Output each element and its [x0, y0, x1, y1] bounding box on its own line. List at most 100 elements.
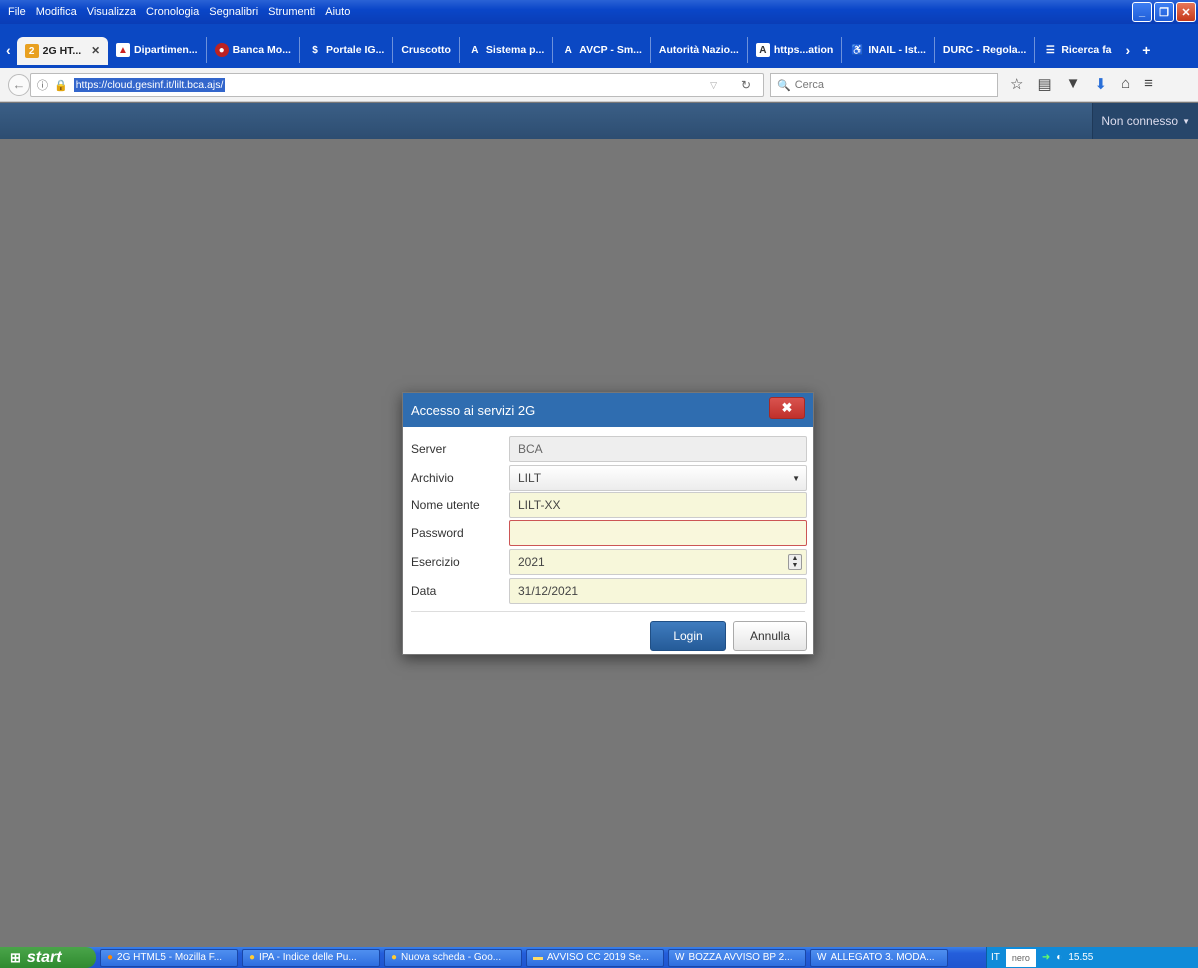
back-button[interactable]: ←	[8, 73, 30, 96]
taskbar-item-label: AVVISO CC 2019 Se...	[547, 952, 650, 963]
nero-search-logo[interactable]: nero	[1005, 948, 1036, 967]
tab-https-ation[interactable]: A https...ation	[748, 37, 843, 63]
tab-label: INAIL - Ist...	[868, 44, 926, 56]
menu-segnalibri[interactable]: Segnalibri	[209, 6, 258, 18]
taskbar-item-label: 2G HTML5 - Mozilla F...	[117, 952, 223, 963]
tab-label: Cruscotto	[401, 44, 451, 56]
reload-icon[interactable]: ↻	[741, 78, 751, 92]
taskbar-item-allegato[interactable]: W ALLEGATO 3. MODA...	[810, 948, 948, 967]
word-icon: W	[675, 952, 685, 963]
dialog-close-button[interactable]: ✖	[769, 397, 805, 419]
bookmark-star-icon[interactable]: ☆	[1010, 75, 1023, 93]
download-icon[interactable]: ⬇	[1095, 75, 1108, 93]
system-tray: IT nero ➜ ◐ 15.55	[986, 947, 1198, 968]
menu-strumenti[interactable]: Strumenti	[268, 6, 315, 18]
tab-ricerca[interactable]: ☰ Ricerca fa	[1035, 37, 1119, 63]
folder-icon: ▬	[533, 952, 543, 963]
cancel-button[interactable]: Annulla	[733, 621, 807, 651]
pocket-icon[interactable]: ▼	[1066, 75, 1081, 93]
search-placeholder: Cerca	[794, 79, 825, 91]
connection-status: Non connesso	[1101, 114, 1179, 128]
taskbar-item-label: BOZZA AVVISO BP 2...	[688, 952, 793, 963]
username-value: LILT-XX	[518, 498, 561, 512]
url-text[interactable]: https://cloud.gesinf.it/lilt.bca.ajs/	[73, 78, 226, 92]
avcp-icon: A	[471, 44, 479, 56]
taskbar-item-firefox[interactable]: ● 2G HTML5 - Mozilla F...	[100, 948, 238, 967]
word-icon: W	[817, 952, 827, 963]
home-icon[interactable]: ⌂	[1121, 75, 1130, 93]
windows-logo-icon: ⊞	[10, 949, 21, 965]
password-label: Password	[411, 526, 464, 540]
url-bar[interactable]: ⓘ 🔒 https://cloud.gesinf.it/lilt.bca.ajs…	[30, 73, 764, 97]
tab-banca[interactable]: ● Banca Mo...	[207, 37, 300, 63]
archivio-row: Archivio LILT ▼	[411, 464, 809, 492]
language-indicator[interactable]: IT	[991, 952, 1000, 963]
chrome-icon: ●	[249, 952, 256, 963]
tabs-scroll-left-icon[interactable]: ‹	[0, 42, 17, 58]
reading-list-icon[interactable]: ▤	[1037, 75, 1051, 93]
dialog-divider	[411, 611, 805, 612]
tab-2g-html5[interactable]: 2 2G HT... ✕	[16, 37, 108, 65]
search-input[interactable]: 🔍 Cerca	[770, 73, 998, 97]
close-tab-icon[interactable]: ✕	[91, 45, 100, 57]
dialog-header: Accesso ai servizi 2G ✖	[403, 393, 813, 427]
minimize-window-button[interactable]: _	[1132, 2, 1152, 22]
menu-aiuto[interactable]: Aiuto	[325, 6, 350, 18]
tab-portale[interactable]: $ Portale IG...	[300, 37, 394, 63]
url-dropdown-icon[interactable]: ▽	[710, 80, 717, 91]
menu-visualizza[interactable]: Visualizza	[87, 6, 136, 18]
data-field[interactable]: 31/12/2021	[509, 578, 807, 604]
taskbar-item-bozza[interactable]: W BOZZA AVVISO BP 2...	[668, 948, 806, 967]
menu-file[interactable]: File	[8, 6, 26, 18]
list-icon: ☰	[1045, 44, 1055, 56]
tab-avcp[interactable]: A AVCP - Sm...	[553, 37, 651, 63]
chevron-down-icon: ▼	[792, 473, 800, 483]
browser-menu-bar: File Modifica Visualizza Cronologia Segn…	[0, 0, 1198, 24]
start-label: start	[26, 948, 62, 966]
taskbar-item-label: IPA - Indice delle Pu...	[259, 952, 357, 963]
close-window-button[interactable]: ✕	[1176, 2, 1196, 22]
server-field: BCA	[509, 436, 807, 462]
tab-label: Dipartimen...	[134, 44, 198, 56]
server-value: BCA	[518, 442, 543, 456]
tabs-scroll-right-icon[interactable]: ›	[1120, 42, 1137, 58]
menu-modifica[interactable]: Modifica	[36, 6, 77, 18]
tab-autorita[interactable]: Autorità Nazio...	[651, 37, 748, 63]
username-row: Nome utente LILT-XX	[411, 491, 809, 519]
chrome-icon: ●	[391, 952, 398, 963]
taskbar-item-avviso[interactable]: ▬ AVVISO CC 2019 Se...	[526, 948, 664, 967]
tab-durc[interactable]: DURC - Regola...	[935, 37, 1036, 63]
tab-label: Autorità Nazio...	[658, 44, 739, 56]
start-button[interactable]: ⊞ start	[0, 947, 96, 968]
esercizio-value: 2021	[518, 555, 545, 569]
hamburger-menu-icon[interactable]: ≡	[1144, 75, 1153, 93]
username-field[interactable]: LILT-XX	[509, 492, 807, 518]
tab-label: https...ation	[773, 44, 834, 56]
tab-bar: ‹ 2 2G HT... ✕ ▲ Dipartimen... ● Banca M…	[0, 24, 1198, 68]
server-row: Server BCA	[411, 435, 809, 463]
chevron-down-icon: ▼	[1182, 116, 1190, 126]
login-button[interactable]: Login	[650, 621, 726, 651]
esercizio-stepper[interactable]: 2021 ▲ ▼	[509, 549, 807, 575]
new-tab-icon[interactable]: +	[1136, 42, 1156, 58]
password-field[interactable]	[509, 520, 807, 546]
tray-network-icon[interactable]: ◐	[1056, 952, 1062, 963]
connection-dropdown[interactable]: Non connesso ▼	[1092, 103, 1198, 139]
tab-inail[interactable]: ♿ INAIL - Ist...	[842, 37, 935, 63]
spinner-icon[interactable]: ▲ ▼	[788, 554, 802, 570]
menu-cronologia[interactable]: Cronologia	[146, 6, 199, 18]
esercizio-label: Esercizio	[411, 555, 460, 569]
tab-sistema[interactable]: A Sistema p...	[460, 37, 554, 63]
taskbar-item-ipa[interactable]: ● IPA - Indice delle Pu...	[242, 948, 380, 967]
taskbar-item-nuova-scheda[interactable]: ● Nuova scheda - Goo...	[384, 948, 522, 967]
archivio-select[interactable]: LILT ▼	[509, 465, 807, 491]
info-icon[interactable]: ⓘ	[37, 77, 48, 93]
restore-window-button[interactable]: ❐	[1154, 2, 1174, 22]
server-label: Server	[411, 442, 447, 456]
tab-dipartimento[interactable]: ▲ Dipartimen...	[108, 37, 207, 63]
tab-cruscotto[interactable]: Cruscotto	[393, 37, 460, 63]
avcp-icon: A	[564, 44, 572, 56]
inail-icon: ♿	[851, 44, 864, 56]
tray-arrow-icon[interactable]: ➜	[1042, 952, 1050, 963]
pdf-icon: ▲	[116, 43, 130, 57]
